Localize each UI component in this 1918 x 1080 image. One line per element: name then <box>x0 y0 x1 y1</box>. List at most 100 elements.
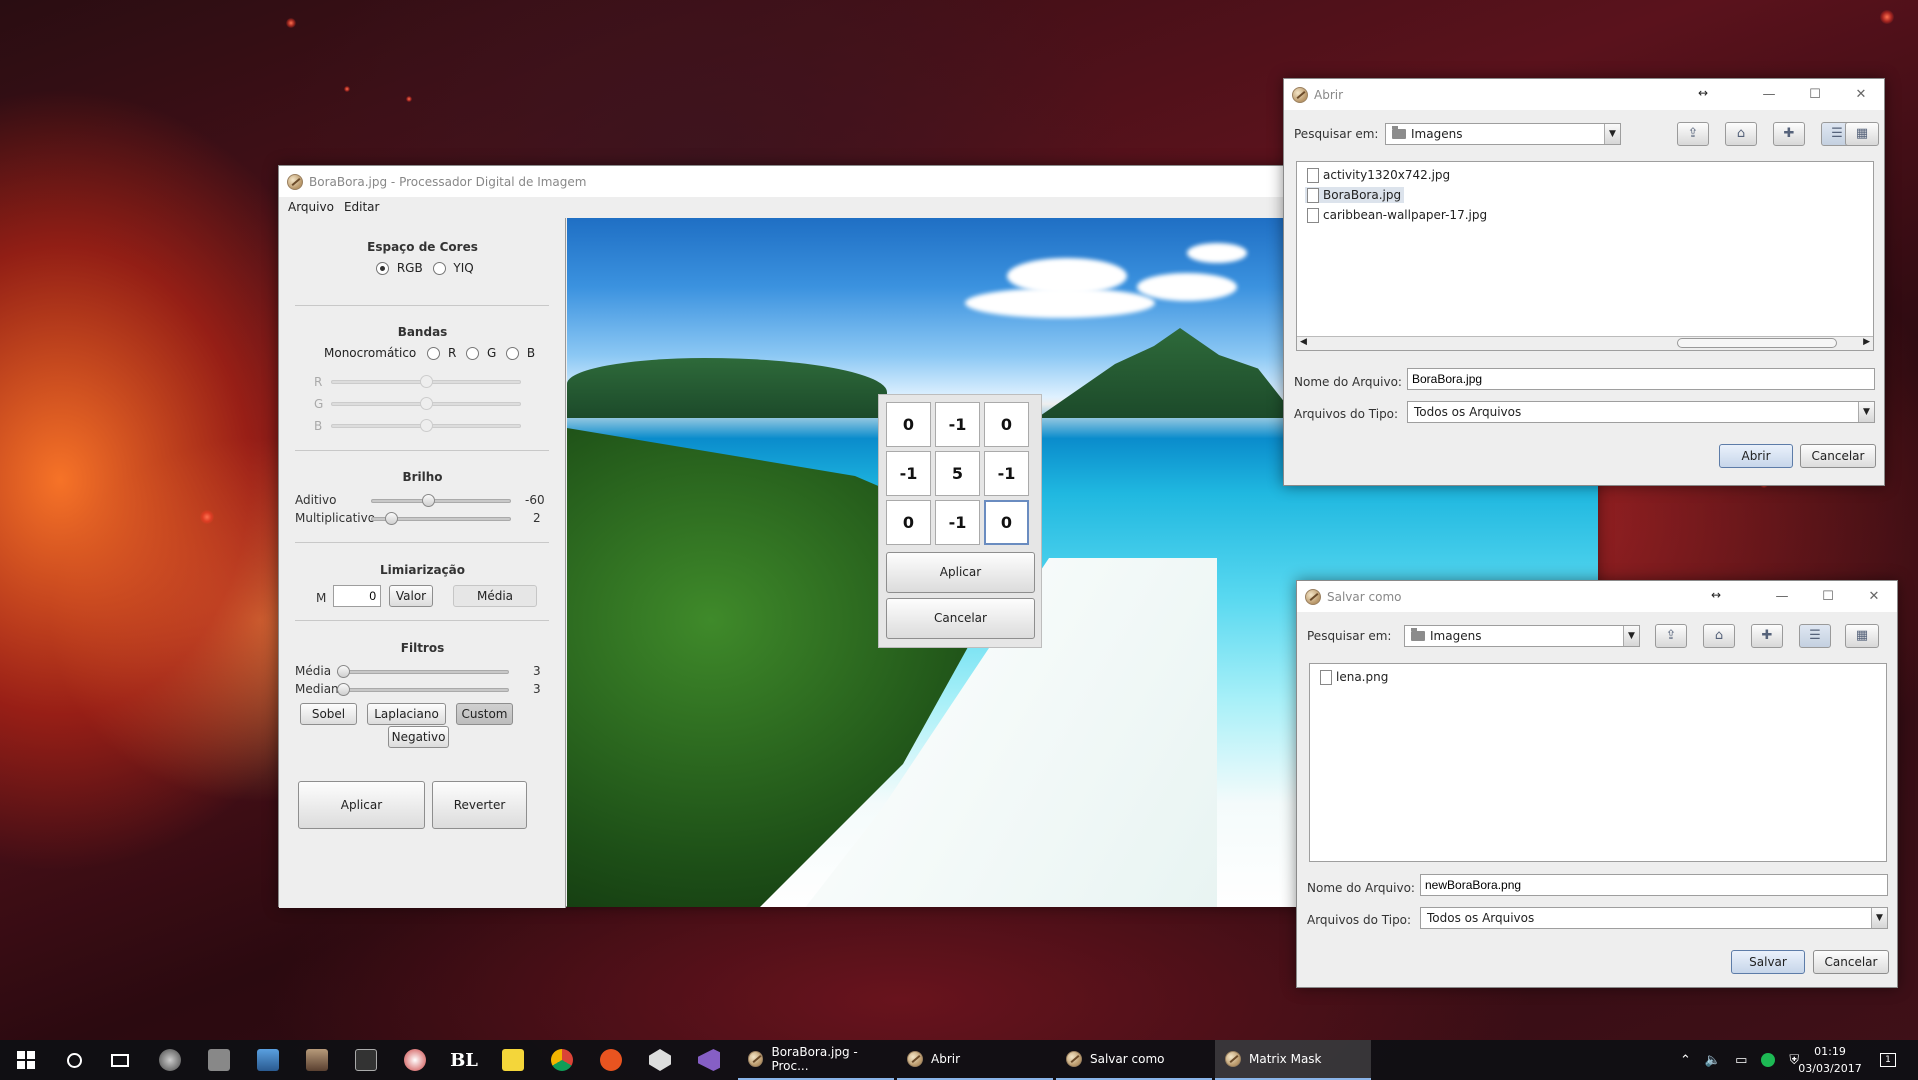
minimize-icon[interactable]: — <box>1759 581 1805 612</box>
custom-button[interactable]: Custom <box>456 703 513 725</box>
mask-cell-1-1[interactable]: 5 <box>935 451 980 496</box>
new-folder-icon[interactable]: ✚ <box>1773 122 1805 146</box>
volume-icon[interactable]: 🔈 <box>1705 1053 1721 1068</box>
search-icon[interactable] <box>54 1040 94 1080</box>
file-item[interactable]: lena.png <box>1318 669 1391 685</box>
r-slider[interactable] <box>331 375 521 388</box>
mask-cell-1-0[interactable]: -1 <box>886 451 931 496</box>
revert-button[interactable]: Reverter <box>432 781 527 829</box>
multiplicative-slider[interactable] <box>371 512 511 525</box>
bl-icon[interactable]: BL <box>444 1040 484 1080</box>
save-dialog-titlebar[interactable]: Salvar como ↔ — ☐ ✕ <box>1297 581 1897 612</box>
file-item[interactable]: caribbean-wallpaper-17.jpg <box>1305 207 1490 223</box>
mask-cancel-button[interactable]: Cancelar <box>886 598 1035 639</box>
scroll-right-icon[interactable]: ▶ <box>1863 337 1870 347</box>
chevron-down-icon[interactable]: ▼ <box>1623 626 1639 646</box>
mediana-filter-slider[interactable] <box>337 683 509 696</box>
open-file-list[interactable]: activity1320x742.jpg BoraBora.jpg caribb… <box>1296 161 1874 351</box>
clock[interactable]: 01:19 03/03/2017 <box>1790 1043 1870 1077</box>
open-ok-button[interactable]: Abrir <box>1719 444 1793 468</box>
chevron-up-icon[interactable]: ⌃ <box>1680 1053 1691 1068</box>
details-view-icon[interactable]: ▦ <box>1845 122 1879 146</box>
open-cancel-button[interactable]: Cancelar <box>1800 444 1876 468</box>
file-item[interactable]: activity1320x742.jpg <box>1305 167 1453 183</box>
chevron-down-icon[interactable]: ▼ <box>1858 402 1874 422</box>
paint-icon[interactable] <box>395 1040 435 1080</box>
maximize-icon[interactable]: ☐ <box>1805 581 1851 612</box>
scroll-left-icon[interactable]: ◀ <box>1300 337 1307 347</box>
close-icon[interactable]: ✕ <box>1838 79 1884 110</box>
g-slider[interactable] <box>331 397 521 410</box>
windows-start-icon[interactable] <box>6 1040 46 1080</box>
g-radio[interactable] <box>466 347 480 360</box>
apply-button[interactable]: Aplicar <box>298 781 425 829</box>
home-icon[interactable]: ⌂ <box>1703 624 1735 648</box>
task-open-dialog[interactable]: Abrir <box>897 1040 1053 1080</box>
mask-cell-0-2[interactable]: 0 <box>984 402 1029 447</box>
arena-icon[interactable] <box>346 1040 386 1080</box>
task-main-window[interactable]: BoraBora.jpg - Proc... <box>738 1040 894 1080</box>
save-filename-input[interactable] <box>1420 874 1888 896</box>
open-look-in-combo[interactable]: Imagens ▼ <box>1385 123 1621 145</box>
mask-cell-2-0[interactable]: 0 <box>886 500 931 545</box>
menu-arquivo[interactable]: Arquivo <box>288 200 334 214</box>
home-icon[interactable]: ⌂ <box>1725 122 1757 146</box>
b-slider[interactable] <box>331 419 521 432</box>
chrome-icon[interactable] <box>542 1040 582 1080</box>
additive-slider-knob[interactable] <box>422 494 435 507</box>
scrollbar-thumb[interactable] <box>1677 338 1837 348</box>
task-matrix-mask[interactable]: Matrix Mask <box>1215 1040 1371 1080</box>
open-dialog-titlebar[interactable]: Abrir ↔ — ☐ ✕ <box>1284 79 1884 110</box>
media-button[interactable]: Média <box>453 585 537 607</box>
m-value-input[interactable] <box>333 585 381 607</box>
negativo-button[interactable]: Negativo <box>388 726 449 748</box>
multiplicative-slider-knob[interactable] <box>385 512 398 525</box>
sobel-button[interactable]: Sobel <box>300 703 357 725</box>
visual-studio-icon[interactable] <box>689 1040 729 1080</box>
up-folder-icon[interactable]: ⇪ <box>1677 122 1709 146</box>
up-folder-icon[interactable]: ⇪ <box>1655 624 1687 648</box>
details-view-icon[interactable]: ▦ <box>1845 624 1879 648</box>
r-radio[interactable] <box>427 347 441 360</box>
save-cancel-button[interactable]: Cancelar <box>1813 950 1889 974</box>
notification-center[interactable]: 1 <box>1880 1040 1896 1080</box>
open-filename-input[interactable] <box>1407 368 1875 390</box>
media-filter-slider-knob[interactable] <box>337 665 350 678</box>
save-look-in-combo[interactable]: Imagens ▼ <box>1404 625 1640 647</box>
r-slider-knob[interactable] <box>420 375 433 388</box>
maximize-icon[interactable]: ☐ <box>1792 79 1838 110</box>
network-icon[interactable]: ▭ <box>1735 1053 1747 1068</box>
new-folder-icon[interactable]: ✚ <box>1751 624 1783 648</box>
ubuntu-icon[interactable] <box>591 1040 631 1080</box>
minimize-icon[interactable]: — <box>1746 79 1792 110</box>
close-icon[interactable]: ✕ <box>1851 581 1897 612</box>
valor-button[interactable]: Valor <box>389 585 433 607</box>
sticky-notes-icon[interactable] <box>493 1040 533 1080</box>
monitor-icon[interactable] <box>248 1040 288 1080</box>
rgb-radio[interactable] <box>376 262 389 275</box>
list-view-icon[interactable]: ☰ <box>1799 624 1831 648</box>
task-view-icon[interactable] <box>100 1040 140 1080</box>
yiq-radio[interactable] <box>432 262 446 275</box>
mask-apply-button[interactable]: Aplicar <box>886 552 1035 593</box>
g-slider-knob[interactable] <box>420 397 433 410</box>
media-filter-slider[interactable] <box>337 665 509 678</box>
mask-cell-2-2[interactable]: 0 <box>984 500 1029 545</box>
game-icon[interactable] <box>297 1040 337 1080</box>
save-ok-button[interactable]: Salvar <box>1731 950 1805 974</box>
files-icon[interactable] <box>199 1040 239 1080</box>
b-radio[interactable] <box>506 347 520 360</box>
task-save-dialog[interactable]: Salvar como <box>1056 1040 1212 1080</box>
mask-cell-0-1[interactable]: -1 <box>935 402 980 447</box>
save-file-list[interactable]: lena.png <box>1309 663 1887 862</box>
chevron-down-icon[interactable]: ▼ <box>1604 124 1620 144</box>
menu-editar[interactable]: Editar <box>344 200 380 214</box>
b-slider-knob[interactable] <box>420 419 433 432</box>
unity-icon[interactable] <box>640 1040 680 1080</box>
open-filetype-combo[interactable]: Todos os Arquivos ▼ <box>1407 401 1875 423</box>
laplaciano-button[interactable]: Laplaciano <box>367 703 446 725</box>
additive-slider[interactable] <box>371 494 511 507</box>
steam-icon[interactable] <box>150 1040 190 1080</box>
file-item-selected[interactable]: BoraBora.jpg <box>1305 187 1405 203</box>
mask-cell-0-0[interactable]: 0 <box>886 402 931 447</box>
